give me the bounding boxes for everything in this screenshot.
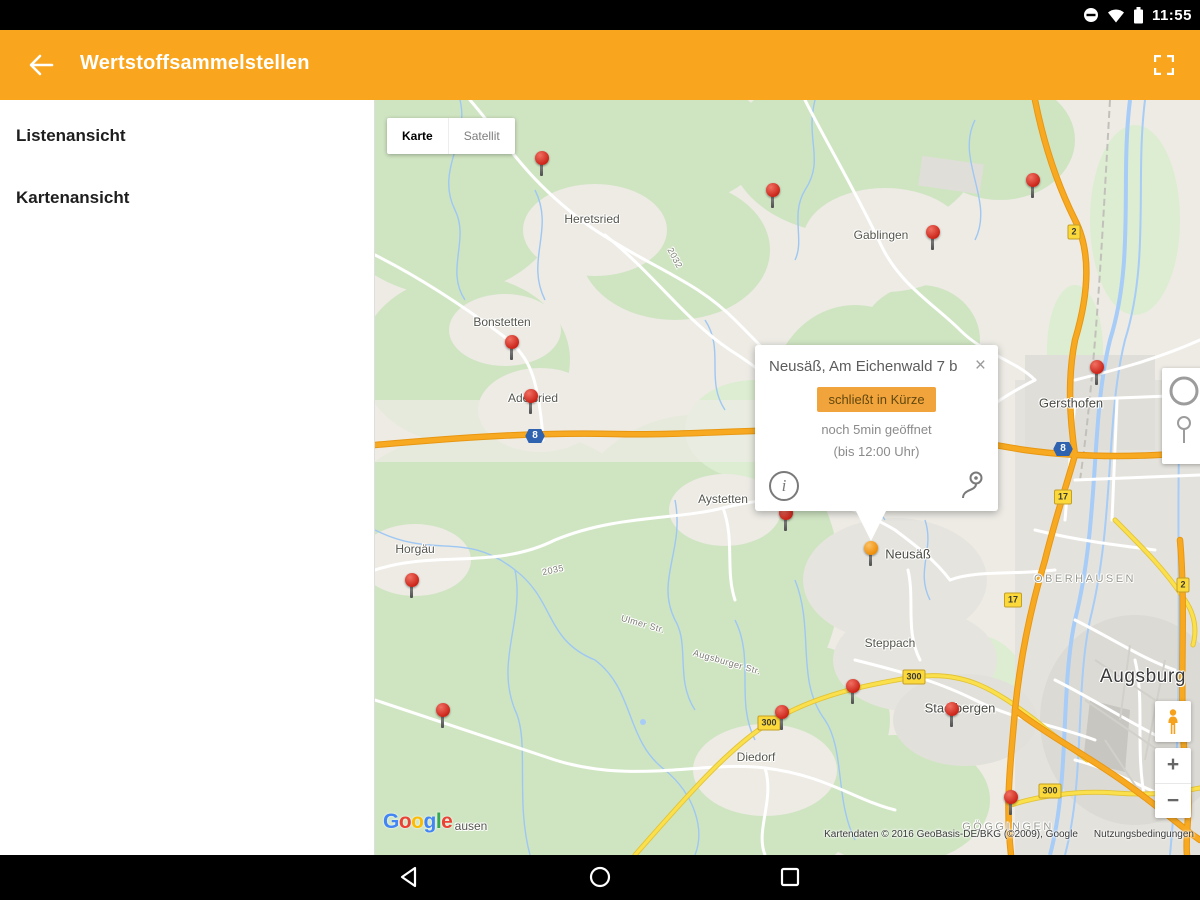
pin-head	[1090, 360, 1104, 374]
map-type-satellit[interactable]: Satellit	[447, 118, 515, 154]
terms-link[interactable]: Nutzungsbedingungen	[1094, 829, 1194, 840]
info-window-pointer	[856, 511, 886, 542]
pin-head	[945, 702, 959, 716]
navigation-bar	[0, 855, 1200, 900]
status-bar: 11:55	[0, 0, 1200, 30]
attribution-text: Kartendaten © 2016 GeoBasis-DE/BKG (©200…	[824, 829, 1078, 840]
pin-head	[405, 573, 419, 587]
page-title: Wertstoffsammelstellen	[80, 52, 310, 74]
pin-head	[535, 151, 549, 165]
map-pin[interactable]	[436, 703, 450, 731]
pin-head	[436, 703, 450, 717]
pin-head	[524, 389, 538, 403]
sidebar-item-kartenansicht[interactable]: Kartenansicht	[0, 168, 374, 230]
sidebar-item-listenansicht[interactable]: Listenansicht	[0, 106, 374, 168]
info-window: Neusäß, Am Eichenwald 7 b × schließt in …	[755, 345, 998, 542]
open-until-text: (bis 12:00 Uhr)	[833, 444, 920, 460]
compass-icon	[1169, 376, 1199, 406]
map-pin[interactable]	[405, 573, 419, 601]
map-pin[interactable]	[926, 225, 940, 253]
pin-head	[864, 541, 878, 555]
pegman-button[interactable]	[1155, 701, 1191, 742]
directions-icon[interactable]	[957, 469, 984, 501]
status-time: 11:55	[1151, 6, 1192, 24]
compass-control[interactable]	[1162, 368, 1200, 464]
wifi-icon	[1107, 9, 1124, 22]
map-attribution: Kartendaten © 2016 GeoBasis-DE/BKG (©200…	[824, 829, 1194, 840]
do-not-disturb-icon	[1083, 8, 1098, 22]
pin-head	[1004, 790, 1018, 804]
marker-icon	[1177, 416, 1191, 430]
info-window-title: Neusäß, Am Eichenwald 7 b	[769, 358, 958, 375]
pegman-icon	[1168, 708, 1178, 734]
zoom-out-button[interactable]: −	[1155, 784, 1191, 819]
map-pin[interactable]	[766, 183, 780, 211]
map-pin[interactable]	[524, 389, 538, 417]
zoom-control: + −	[1155, 748, 1191, 818]
google-logo: Google	[383, 810, 453, 833]
map-pin[interactable]	[846, 679, 860, 707]
map-pin[interactable]	[1004, 790, 1018, 818]
map-type-karte[interactable]: Karte	[387, 118, 448, 154]
map-pin[interactable]	[775, 705, 789, 733]
app-bar: Wertstoffsammelstellen	[0, 30, 1200, 100]
map-view[interactable]: HeretsriedGablingenBonstettenAdelsriedGe…	[375, 100, 1200, 855]
battery-icon	[1133, 6, 1143, 23]
map-pin[interactable]	[505, 335, 519, 363]
open-status-text: noch 5min geöffnet	[821, 422, 932, 438]
map-pin[interactable]	[945, 702, 959, 730]
fullscreen-icon[interactable]	[1154, 55, 1174, 75]
pin-head	[926, 225, 940, 239]
back-arrow-icon[interactable]	[28, 53, 54, 77]
info-icon[interactable]: i	[769, 471, 799, 502]
pin-head	[505, 335, 519, 349]
status-badge: schließt in Kürze	[817, 387, 936, 413]
pin-head	[1026, 173, 1040, 187]
map-pin[interactable]	[535, 151, 549, 179]
home-circle-icon[interactable]	[588, 865, 612, 889]
map-type-switcher: Karte Satellit	[387, 118, 515, 154]
map-pin[interactable]	[1090, 360, 1104, 388]
pin-head	[775, 705, 789, 719]
back-triangle-icon[interactable]	[398, 865, 422, 889]
android-screen: 11:55 Wertstoffsammelstellen Listenansic…	[0, 0, 1200, 900]
map-pin[interactable]	[1026, 173, 1040, 201]
map-pin-selected[interactable]	[864, 541, 878, 569]
sidebar: Listenansicht Kartenansicht	[0, 100, 375, 855]
zoom-in-button[interactable]: +	[1155, 748, 1191, 784]
pin-head	[766, 183, 780, 197]
pin-head	[846, 679, 860, 693]
recents-square-icon[interactable]	[778, 865, 802, 889]
close-icon[interactable]: ×	[975, 356, 986, 375]
